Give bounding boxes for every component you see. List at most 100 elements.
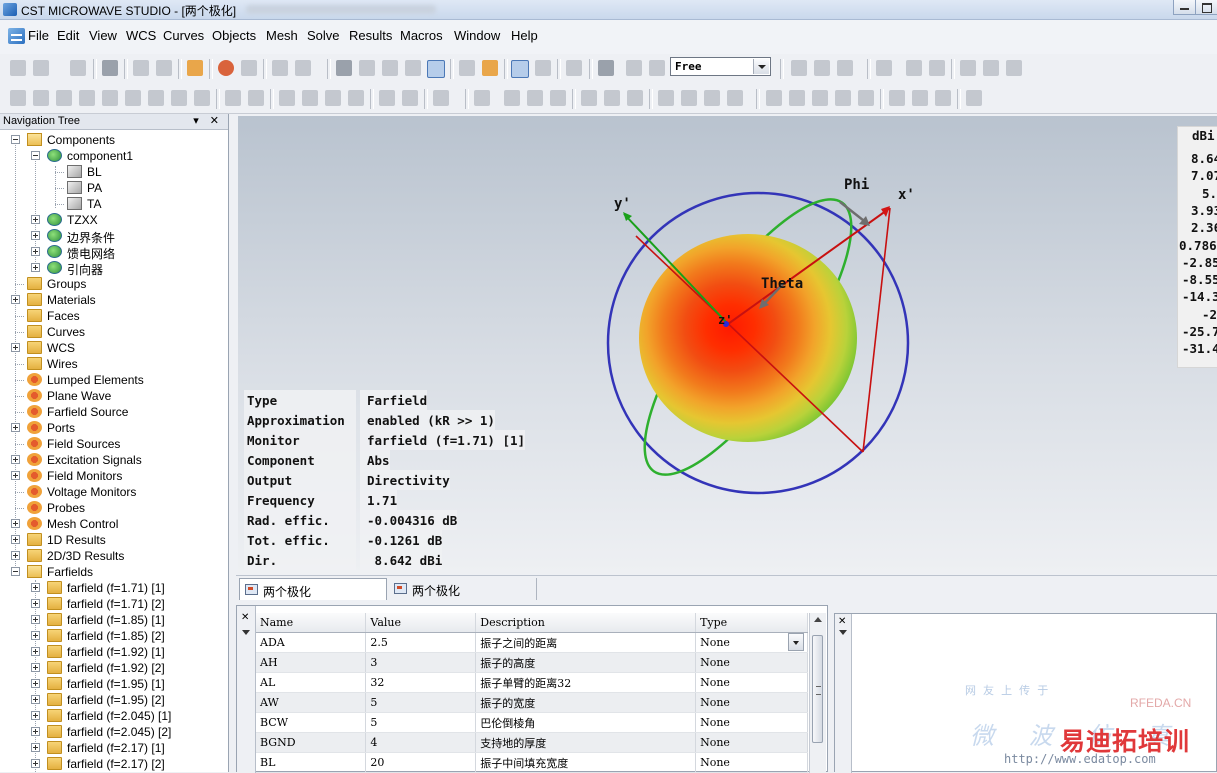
curve-line-icon[interactable] <box>766 90 782 106</box>
tree-item[interactable]: Ports <box>0 420 228 436</box>
tree-item[interactable]: 馈电网络 <box>0 244 228 261</box>
table-row[interactable]: AL 32 振子单臂的距离32 None <box>256 672 808 693</box>
table-row[interactable]: BL 20 振子中间填充宽度 None <box>256 752 808 773</box>
field-monitor-icon[interactable] <box>581 90 597 106</box>
view-mode-select[interactable]: Free <box>670 57 771 76</box>
table-row[interactable]: AW 5 振子的宽度 None <box>256 692 808 713</box>
navigation-tree-controls[interactable]: ▾ ✕ <box>193 114 223 127</box>
param-type[interactable]: None <box>695 692 808 713</box>
expand-icon[interactable] <box>31 631 40 640</box>
tree-item[interactable]: Field Monitors <box>0 468 228 484</box>
scale-icon[interactable] <box>325 90 341 106</box>
curve-delete-icon[interactable] <box>912 90 928 106</box>
menu-solve[interactable]: Solve <box>307 28 340 43</box>
maximize-button[interactable] <box>1195 0 1217 15</box>
tree-item[interactable]: WCS <box>0 340 228 356</box>
chamfer-icon[interactable] <box>248 90 264 106</box>
material-icon[interactable] <box>727 90 743 106</box>
param-name[interactable]: AW <box>256 692 367 713</box>
document-menu-icon[interactable] <box>8 28 25 44</box>
param-description[interactable]: 巴伦倒棱角 <box>475 712 697 733</box>
transform-icon[interactable] <box>279 90 295 106</box>
menu-edit[interactable]: Edit <box>57 28 79 43</box>
param-type[interactable]: None <box>695 752 808 773</box>
tree-item[interactable]: farfield (f=2.045) [2] <box>0 724 228 740</box>
table-row[interactable]: ADA 2.5 振子之间的距离 None <box>256 632 808 653</box>
brick-icon[interactable] <box>10 90 26 106</box>
tree-item[interactable]: Plane Wave <box>0 388 228 404</box>
tree-item[interactable]: Probes <box>0 500 228 516</box>
expand-icon[interactable] <box>31 583 40 592</box>
tree-item[interactable]: farfield (f=1.85) [2] <box>0 628 228 644</box>
param-name[interactable]: BGND <box>256 732 367 753</box>
sphere-icon[interactable] <box>33 90 49 106</box>
grid-icon[interactable] <box>535 60 551 76</box>
expand-icon[interactable] <box>11 455 20 464</box>
tree-item[interactable]: farfield (f=1.85) [1] <box>0 612 228 628</box>
expand-icon[interactable] <box>31 711 40 720</box>
collapse-icon[interactable] <box>11 567 20 576</box>
boolean-subtract-icon[interactable] <box>814 60 830 76</box>
table-row[interactable]: BCW 5 巴伦倒棱角 None <box>256 712 808 733</box>
expand-icon[interactable] <box>11 343 20 352</box>
param-name[interactable]: BL <box>256 752 367 773</box>
expand-icon[interactable] <box>31 663 40 672</box>
expand-icon[interactable] <box>31 231 40 240</box>
param-type[interactable]: None <box>695 672 808 693</box>
boolean-add-icon[interactable] <box>791 60 807 76</box>
tab-schematic-view[interactable]: 两个极化 <box>389 578 537 600</box>
expand-icon[interactable] <box>31 695 40 704</box>
expand-icon[interactable] <box>31 247 40 256</box>
curve-3d-icon[interactable] <box>966 90 982 106</box>
param-description[interactable]: 振子的宽度 <box>475 692 697 713</box>
menu-view[interactable]: View <box>89 28 117 43</box>
chevron-down-icon[interactable] <box>753 59 769 74</box>
tree-item[interactable]: 2D/3D Results <box>0 548 228 564</box>
expand-icon[interactable] <box>11 535 20 544</box>
param-description[interactable]: 振子之间的距离 <box>475 632 697 653</box>
rotate-view-icon[interactable] <box>359 60 375 76</box>
boundary-icon[interactable] <box>658 90 674 106</box>
help-icon[interactable] <box>156 60 172 76</box>
rotate-solid-icon[interactable] <box>171 90 187 106</box>
menu-macros[interactable]: Macros <box>400 28 443 43</box>
transparency-icon[interactable] <box>649 60 665 76</box>
background-icon[interactable] <box>704 90 720 106</box>
voltage-monitor-icon[interactable] <box>627 90 643 106</box>
stop-solver-icon[interactable] <box>241 60 257 76</box>
tree-item[interactable]: TA <box>0 196 228 212</box>
discrete-port-icon[interactable] <box>527 90 543 106</box>
navigation-tree[interactable]: Navigation Tree ▾ ✕ Components component1… <box>0 114 229 772</box>
tree-item[interactable]: farfield (f=2.17) [1] <box>0 740 228 756</box>
close-icon[interactable]: ✕ <box>838 616 846 627</box>
pick-icon[interactable] <box>459 60 475 76</box>
tree-item[interactable]: Faces <box>0 308 228 324</box>
column-header-description[interactable]: Description <box>475 613 697 633</box>
history-icon[interactable] <box>433 90 449 106</box>
move-wcs-icon[interactable] <box>983 60 999 76</box>
expand-icon[interactable] <box>31 615 40 624</box>
param-description[interactable]: 振子中间填充宽度 <box>475 752 697 773</box>
port-icon[interactable] <box>474 90 490 106</box>
pick-point-icon[interactable] <box>929 60 945 76</box>
tree-item[interactable]: 引向器 <box>0 260 228 277</box>
param-description[interactable]: 支持地的厚度 <box>475 732 697 753</box>
parameter-icon[interactable] <box>187 60 203 76</box>
expand-icon[interactable] <box>11 423 20 432</box>
parameter-scrollbar[interactable] <box>809 613 826 773</box>
tree-item[interactable]: Field Sources <box>0 436 228 452</box>
tree-item[interactable]: PA <box>0 180 228 196</box>
align-wcs-icon[interactable] <box>960 60 976 76</box>
working-plane-icon[interactable] <box>598 60 614 76</box>
param-description[interactable]: 振子的高度 <box>475 652 697 673</box>
blend-icon[interactable] <box>225 90 241 106</box>
expand-icon[interactable] <box>11 551 20 560</box>
column-header-value[interactable]: Value <box>365 613 477 633</box>
tree-item[interactable]: 边界条件 <box>0 228 228 245</box>
scroll-up-icon[interactable] <box>814 617 822 622</box>
curve-polyline-icon[interactable] <box>789 90 805 106</box>
elliptical-cylinder-icon[interactable] <box>125 90 141 106</box>
info-icon[interactable] <box>133 60 149 76</box>
mesh-adapt-icon[interactable] <box>295 60 311 76</box>
curve-ellipse-icon[interactable] <box>835 90 851 106</box>
